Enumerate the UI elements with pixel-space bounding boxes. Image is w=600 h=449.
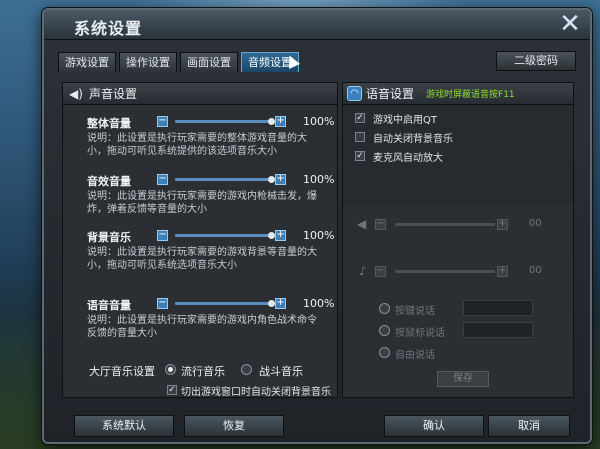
- speaker-volume-icon: ◀: [357, 217, 367, 231]
- volume-value: 100%: [303, 297, 335, 310]
- volume-description: 说明：此设置是执行玩家需要的游戏背景等音量的大小，拖动可听见系统选项音乐大小: [87, 247, 317, 271]
- free-talk-label: 自由说话: [395, 350, 435, 361]
- volume-minus-button[interactable]: −: [157, 116, 168, 127]
- voice-settings-title: 语音设置: [366, 87, 415, 101]
- volume-minus-button[interactable]: −: [157, 298, 168, 309]
- confirm-button[interactable]: 确认: [384, 415, 484, 437]
- sound-settings-title: 声音设置: [89, 87, 138, 101]
- radio-free-talk[interactable]: [379, 347, 390, 358]
- voice-save-button[interactable]: 保存: [437, 371, 489, 387]
- volume-slider-thumb[interactable]: [268, 118, 275, 125]
- mic-plus-button[interactable]: +: [497, 266, 508, 277]
- speaker-minus-button[interactable]: −: [375, 219, 386, 230]
- secondary-password-button[interactable]: 二级密码: [496, 51, 576, 71]
- voice-options: ✓ 游戏中启用QT 自动关闭背景音乐 ✓ 麦克风自动放大: [343, 105, 573, 205]
- dialog-title: 系统设置: [74, 19, 143, 38]
- volume-setting: 背景音乐 − +100% 说明：此设置是执行玩家需要的游戏背景等音量的大小，拖动可听见…: [63, 229, 339, 285]
- volume-value: 100%: [303, 173, 335, 186]
- volume-plus-button[interactable]: +: [275, 174, 286, 185]
- auto-close-bg-checkbox[interactable]: ✓: [167, 385, 177, 395]
- volume-value: 100%: [303, 229, 335, 242]
- mic-boost-checkbox[interactable]: ✓: [355, 151, 365, 161]
- pop-music-label: 流行音乐: [181, 365, 225, 378]
- volume-value: 100%: [303, 115, 335, 128]
- radio-mouse-to-talk[interactable]: [379, 325, 390, 336]
- volume-slider-thumb[interactable]: [268, 176, 275, 183]
- restore-button[interactable]: 恢复: [184, 415, 284, 437]
- volume-plus-button[interactable]: +: [275, 230, 286, 241]
- sound-settings-panel: ◀) 声音设置 整体音量 − +100% 说明：此设置是执行玩家需要的整体游戏音量的大…: [62, 82, 338, 398]
- system-default-button[interactable]: 系统默认: [74, 415, 174, 437]
- tab-bar: 游戏设置 操作设置 画面设置 音频设置: [58, 52, 299, 72]
- voice-settings-header: ◠ 语音设置 游戏时屏蔽语音按F11: [343, 83, 573, 105]
- sound-settings-header: ◀) 声音设置: [63, 83, 337, 105]
- speaker-icon: ◀): [69, 86, 83, 101]
- mic-boost-label: 麦克风自动放大: [373, 153, 443, 164]
- speaker-volume-track[interactable]: [395, 223, 495, 226]
- radio-pop-music[interactable]: [165, 364, 176, 375]
- tab-game-settings[interactable]: 游戏设置: [58, 52, 116, 72]
- volume-setting: 音效音量 − +100% 说明：此设置是执行玩家需要的游戏内枪械击发，爆炸，弹着反馈等…: [63, 173, 339, 229]
- speaker-volume-value: 00: [529, 218, 542, 229]
- radio-battle-music[interactable]: [241, 364, 252, 375]
- system-settings-dialog: 系统设置 ✕ 游戏设置 操作设置 画面设置 音频设置 二级密码 ◀) 声音设置 …: [42, 8, 592, 444]
- volume-plus-button[interactable]: +: [275, 298, 286, 309]
- speaker-plus-button[interactable]: +: [497, 219, 508, 230]
- title-bar: 系统设置 ✕: [44, 10, 590, 40]
- push-to-talk-label: 按键说话: [395, 306, 435, 317]
- volume-slider[interactable]: [175, 300, 275, 307]
- volume-slider[interactable]: [175, 232, 275, 239]
- volume-label: 整体音量: [87, 117, 131, 130]
- mic-volume-value: 00: [529, 265, 542, 276]
- mic-volume-track[interactable]: [395, 270, 495, 273]
- lobby-music-label: 大厅音乐设置: [89, 365, 155, 378]
- mouse-to-talk-key-field[interactable]: [463, 322, 533, 338]
- push-to-talk-key-field[interactable]: [463, 300, 533, 316]
- volume-slider-thumb[interactable]: [268, 300, 275, 307]
- voice-icon: ◠: [347, 86, 362, 101]
- radio-push-to-talk[interactable]: [379, 303, 390, 314]
- auto-close-music-checkbox[interactable]: [355, 132, 365, 142]
- volume-setting: 语音音量 − +100% 说明：此设置是执行玩家需要的游戏内角色战术命令反馈的音量大小: [63, 297, 339, 353]
- cancel-button[interactable]: 取消: [488, 415, 570, 437]
- volume-plus-button[interactable]: +: [275, 116, 286, 127]
- enable-qt-checkbox[interactable]: ✓: [355, 113, 365, 123]
- volume-description: 说明：此设置是执行玩家需要的游戏内枪械击发，爆炸，弹着反馈等音量的大小: [87, 191, 317, 215]
- volume-label: 语音音量: [87, 299, 131, 312]
- tab-controls[interactable]: 操作设置: [119, 52, 177, 72]
- mouse-to-talk-label: 按鼠标说话: [395, 328, 445, 339]
- voice-settings-panel: ◠ 语音设置 游戏时屏蔽语音按F11 ✓ 游戏中启用QT 自动关闭背景音乐 ✓ …: [342, 82, 574, 398]
- volume-slider[interactable]: [175, 176, 275, 183]
- microphone-icon: ♪: [359, 264, 367, 278]
- volume-setting: 整体音量 − +100% 说明：此设置是执行玩家需要的整体游戏音量的大小，拖动可听见系…: [63, 115, 339, 171]
- voice-hint: 游戏时屏蔽语音按F11: [426, 90, 515, 100]
- volume-slider[interactable]: [175, 118, 275, 125]
- volume-description: 说明：此设置是执行玩家需要的整体游戏音量的大小，拖动可听见系统提供的该选项音乐大…: [87, 133, 307, 157]
- volume-minus-button[interactable]: −: [157, 174, 168, 185]
- volume-label: 音效音量: [87, 175, 131, 188]
- auto-close-music-label: 自动关闭背景音乐: [373, 134, 453, 145]
- battle-music-label: 战斗音乐: [259, 365, 303, 378]
- auto-close-bg-label: 切出游戏窗口时自动关闭背景音乐: [181, 387, 331, 398]
- volume-minus-button[interactable]: −: [157, 230, 168, 241]
- volume-slider-thumb[interactable]: [268, 232, 275, 239]
- volume-description: 说明：此设置是执行玩家需要的游戏内角色战术命令反馈的音量大小: [87, 315, 317, 339]
- enable-qt-label: 游戏中启用QT: [373, 115, 437, 126]
- mic-minus-button[interactable]: −: [375, 266, 386, 277]
- tab-graphics[interactable]: 画面设置: [180, 52, 238, 72]
- volume-label: 背景音乐: [87, 231, 131, 244]
- close-icon[interactable]: ✕: [558, 11, 582, 37]
